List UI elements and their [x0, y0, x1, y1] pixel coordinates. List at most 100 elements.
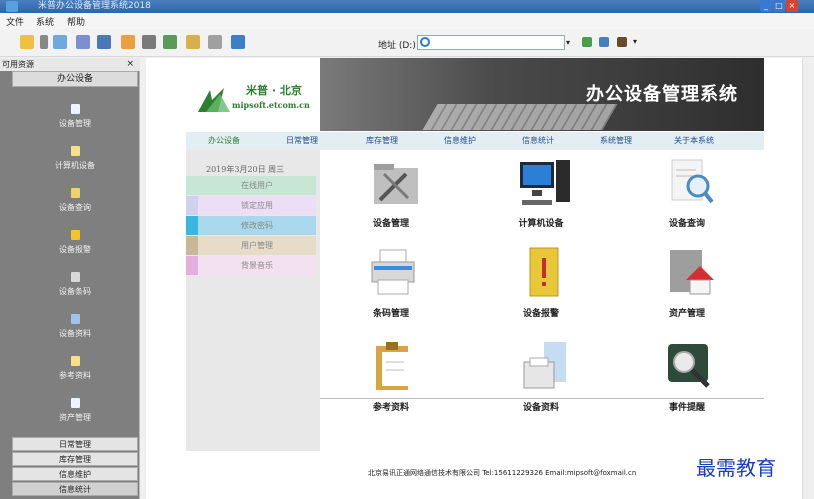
sidebar-category-inventory[interactable]: 库存管理 [12, 452, 138, 466]
nav-daily-management[interactable]: 日常管理 [286, 135, 318, 146]
color-tab [186, 216, 198, 235]
document-icon [70, 398, 80, 408]
logo: 米普 · 北京 mipsoft.etcom.cn [186, 58, 320, 131]
network-icon[interactable] [163, 35, 177, 49]
home-icon[interactable] [121, 35, 135, 49]
banner: 办公设备管理系统 [320, 58, 764, 131]
quick-item-label: 背景音乐 [198, 256, 316, 275]
magnifier-doc-icon [671, 159, 714, 204]
sidebar-item-equipment-alarm[interactable]: 设备报警 [12, 230, 138, 270]
sidebar-header: 可用资源 × [0, 58, 140, 71]
nav-statistics[interactable]: 信息统计 [522, 135, 554, 146]
document-icon [70, 104, 80, 114]
quick-change-password[interactable]: 修改密码 [186, 216, 316, 235]
sidebar-item-reference-data[interactable]: 参考资料 [12, 356, 138, 396]
monitor-icon[interactable] [97, 35, 111, 49]
menu-help[interactable]: 帮助 [67, 15, 85, 28]
tile-barcode-management[interactable]: 条码管理 [336, 246, 446, 336]
tile-equipment-alarm[interactable]: 设备报警 [486, 246, 596, 336]
quick-panel: 2019年3月20日 周三 在线用户 锁定应用 修改密码 用户管理 背景音乐 [186, 150, 320, 451]
tile-asset-management[interactable]: 资产管理 [632, 246, 742, 336]
exit-icon[interactable] [231, 35, 245, 49]
tile-label: 条码管理 [372, 309, 409, 319]
sidebar-item-computer-equipment[interactable]: 计算机设备 [12, 146, 138, 186]
sidebar-category-daily-management[interactable]: 日常管理 [12, 437, 138, 451]
sidebar-splitter[interactable] [140, 58, 145, 499]
sidebar-item-equipment-query[interactable]: 设备查询 [12, 188, 138, 228]
sidebar-item-label: 设备资料 [59, 329, 91, 338]
watermark: 最需教育 [696, 456, 776, 480]
more-dropdown-icon[interactable]: ▾ [633, 38, 641, 46]
users-icon[interactable] [76, 35, 90, 49]
go-icon[interactable] [582, 37, 592, 47]
nav-inventory[interactable]: 库存管理 [366, 135, 398, 146]
address-dropdown-icon[interactable]: ▾ [566, 35, 576, 50]
sidebar-item-equipment-data[interactable]: 设备资料 [12, 314, 138, 354]
fax-icon [523, 342, 566, 389]
tile-reference-data[interactable]: 参考资料 [336, 340, 446, 430]
page-header: 米普 · 北京 mipsoft.etcom.cn 办公设备管理系统 [186, 58, 764, 131]
user-lock-icon[interactable] [186, 35, 200, 49]
bookmark-icon[interactable] [617, 37, 627, 47]
menu-bar: 文件 系统 帮助 [0, 13, 814, 29]
tools-folder-icon [374, 164, 418, 204]
quick-online-users[interactable]: 在线用户 [186, 176, 316, 195]
top-nav: 办公设备 日常管理 库存管理 信息维护 信息统计 系统管理 关于本系统 [186, 132, 764, 150]
sidebar-item-asset-management[interactable]: 资产管理 [12, 398, 138, 438]
menu-file[interactable]: 文件 [6, 15, 24, 28]
quick-user-management[interactable]: 用户管理 [186, 236, 316, 255]
open-icon[interactable] [20, 35, 34, 49]
date-display: 2019年3月20日 周三 [206, 165, 285, 174]
sidebar-header-label: 可用资源 [2, 60, 34, 69]
sidebar-category-statistics[interactable]: 信息统计 [12, 482, 138, 496]
tile-equipment-data[interactable]: 设备资料 [486, 340, 596, 430]
color-tab [186, 176, 198, 195]
tile-equipment-query[interactable]: 设备查询 [632, 156, 742, 246]
tile-label: 参考资料 [372, 403, 409, 413]
quick-background-music[interactable]: 背景音乐 [186, 256, 316, 275]
nav-about[interactable]: 关于本系统 [674, 135, 714, 146]
nav-office-equipment[interactable]: 办公设备 [208, 135, 240, 146]
magnifier-icon [70, 188, 80, 198]
window-title: 米普办公设备管理系统2018 [38, 1, 151, 11]
sidebar-close-icon[interactable]: × [126, 58, 134, 71]
function-tiles: 设备管理 计算机设备 设备查询 条码管理 设备报警 资产管理 参考资料 设备资料… [320, 150, 764, 451]
logo-url: mipsoft.etcom.cn [232, 100, 310, 110]
list-icon[interactable] [53, 35, 67, 49]
sidebar-category-info-maintenance[interactable]: 信息维护 [12, 467, 138, 481]
footer-text: 北京易讯正通网络通信技术有限公司 Tel:15611229326 Email:m… [368, 469, 637, 477]
minimize-button[interactable]: _ [760, 0, 772, 12]
tile-label: 事件提醒 [668, 403, 705, 413]
tile-label: 设备报警 [522, 309, 559, 319]
sidebar-item-equipment-management[interactable]: 设备管理 [12, 104, 138, 144]
dropdown-arrow-icon[interactable] [40, 35, 48, 49]
sidebar-item-equipment-barcode[interactable]: 设备条码 [12, 272, 138, 312]
quick-item-label: 用户管理 [198, 236, 316, 255]
refresh-icon[interactable] [599, 37, 609, 47]
footer-divider [320, 398, 764, 399]
address-input[interactable] [417, 35, 565, 50]
address-label: 地址 (D:) [378, 41, 416, 51]
quick-item-label: 锁定应用 [198, 196, 316, 215]
tile-equipment-management[interactable]: 设备管理 [336, 156, 446, 246]
nav-info-maintenance[interactable]: 信息维护 [444, 135, 476, 146]
color-tab [186, 236, 198, 255]
menu-system[interactable]: 系统 [36, 15, 54, 28]
sidebar-item-label: 计算机设备 [55, 161, 95, 170]
sidebar-group-office-equipment[interactable]: 办公设备 [12, 71, 138, 87]
print-icon[interactable] [142, 35, 156, 49]
tile-label: 计算机设备 [518, 219, 564, 229]
close-button[interactable]: × [786, 0, 798, 12]
maximize-button[interactable]: □ [773, 0, 785, 12]
keyboard-image [422, 104, 618, 130]
logo-text: 米普 · 北京 [246, 84, 302, 97]
tile-event-reminder[interactable]: 事件提醒 [632, 340, 742, 430]
user-icon[interactable] [208, 35, 222, 49]
tile-label: 设备资料 [522, 403, 559, 413]
tile-computer-equipment[interactable]: 计算机设备 [486, 156, 596, 246]
nav-system-management[interactable]: 系统管理 [600, 135, 632, 146]
vertical-scrollbar[interactable] [802, 58, 814, 499]
document-icon [70, 356, 80, 366]
screen-icon [70, 314, 80, 324]
quick-lock-app[interactable]: 锁定应用 [186, 196, 316, 215]
